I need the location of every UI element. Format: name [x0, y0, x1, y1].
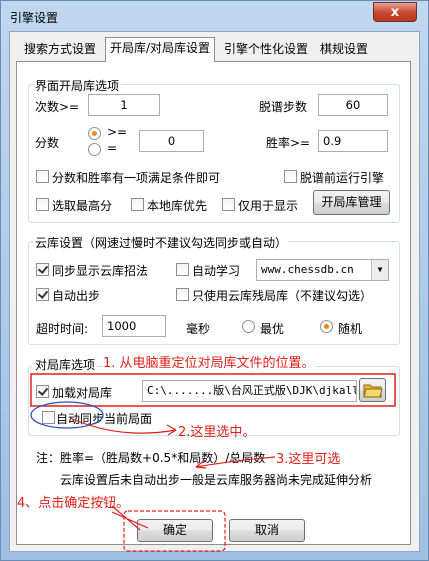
step1-annotation: 1. 从电脑重定位对局库文件的位置。 [103, 352, 315, 371]
ok-button-highlight [123, 510, 226, 552]
step3-annotation: 3.这里可选 [276, 452, 341, 467]
step4-annotation: 4、点击确定按钮。 [17, 496, 130, 511]
step3-arrowhead [195, 459, 207, 469]
step2-annotation: 2.这里选中。 [178, 425, 256, 440]
library-path-highlight [30, 373, 396, 407]
step3-arrow [195, 456, 276, 468]
annotation-overlay [30, 373, 396, 552]
tab-opening-library[interactable]: 开局库/对局库设置 [105, 37, 216, 62]
